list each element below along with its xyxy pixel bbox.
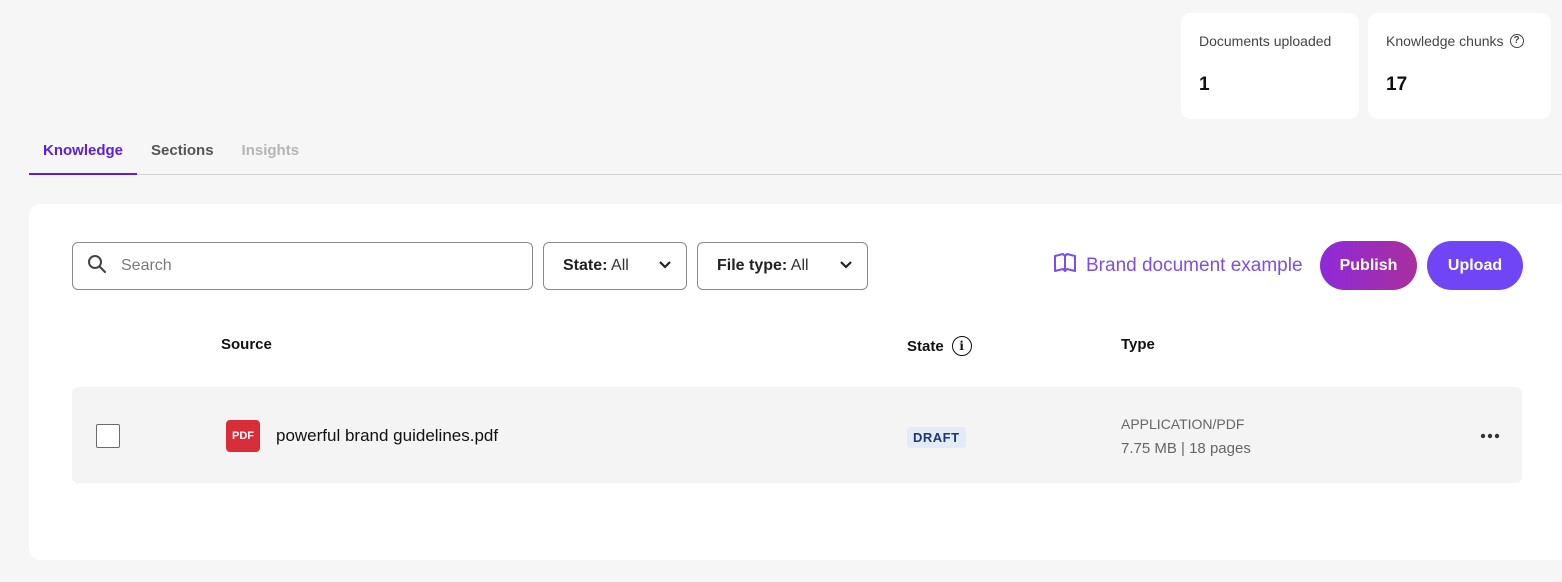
knowledge-chunks-card: Knowledge chunks ? 17 (1368, 13, 1551, 119)
state-filter-dropdown[interactable]: State: All (543, 242, 687, 290)
documents-uploaded-card: Documents uploaded 1 (1181, 13, 1359, 119)
state-badge: DRAFT (907, 427, 966, 448)
row-checkbox[interactable] (96, 424, 120, 448)
info-icon[interactable]: i (951, 336, 972, 356)
file-type-filter-dropdown[interactable]: File type: All (697, 242, 868, 290)
upload-button[interactable]: Upload (1427, 241, 1523, 290)
chevron-down-icon (839, 257, 853, 275)
pdf-file-icon: PDF (226, 420, 260, 452)
book-icon (1053, 252, 1077, 280)
tab-insights: Insights (241, 142, 300, 159)
file-type-filter-key: File type: (717, 257, 788, 274)
help-icon[interactable]: ? (1509, 34, 1524, 48)
knowledge-chunks-value: 17 (1386, 74, 1408, 95)
brand-document-example-label: Brand document example (1086, 255, 1303, 276)
knowledge-panel: State: All File type: All B (29, 204, 1562, 560)
tab-knowledge[interactable]: Knowledge (29, 128, 138, 175)
search-field[interactable] (72, 242, 533, 290)
state-filter-value: All (611, 257, 629, 274)
chevron-down-icon (658, 257, 672, 275)
file-name[interactable]: powerful brand guidelines.pdf (276, 426, 498, 446)
documents-uploaded-label: Documents uploaded (1199, 33, 1332, 49)
table-row[interactable]: PDF powerful brand guidelines.pdf DRAFT … (72, 387, 1522, 483)
documents-uploaded-value: 1 (1199, 74, 1210, 95)
column-header-type[interactable]: Type (1121, 336, 1155, 353)
page: Documents uploaded 1 Knowledge chunks ? … (0, 0, 1562, 582)
column-header-source[interactable]: Source (221, 336, 272, 353)
publish-button[interactable]: Publish (1320, 241, 1417, 290)
ellipsis-icon (1480, 426, 1500, 444)
brand-document-example-link[interactable]: Brand document example (1053, 252, 1303, 280)
tab-sections[interactable]: Sections (137, 128, 228, 175)
column-header-state[interactable]: State i (907, 336, 972, 356)
tab-bar: Knowledge Sections Insights (29, 128, 1562, 175)
search-icon (87, 254, 107, 279)
file-type-filter-value: All (790, 257, 809, 274)
file-size-pages: 7.75 MB | 18 pages (1121, 440, 1251, 457)
search-input[interactable] (121, 257, 501, 275)
more-options-button[interactable] (1472, 423, 1508, 447)
knowledge-chunks-label: Knowledge chunks ? (1386, 33, 1533, 49)
state-filter-key: State: (563, 257, 608, 274)
file-mime-type: APPLICATION/PDF (1121, 416, 1245, 432)
